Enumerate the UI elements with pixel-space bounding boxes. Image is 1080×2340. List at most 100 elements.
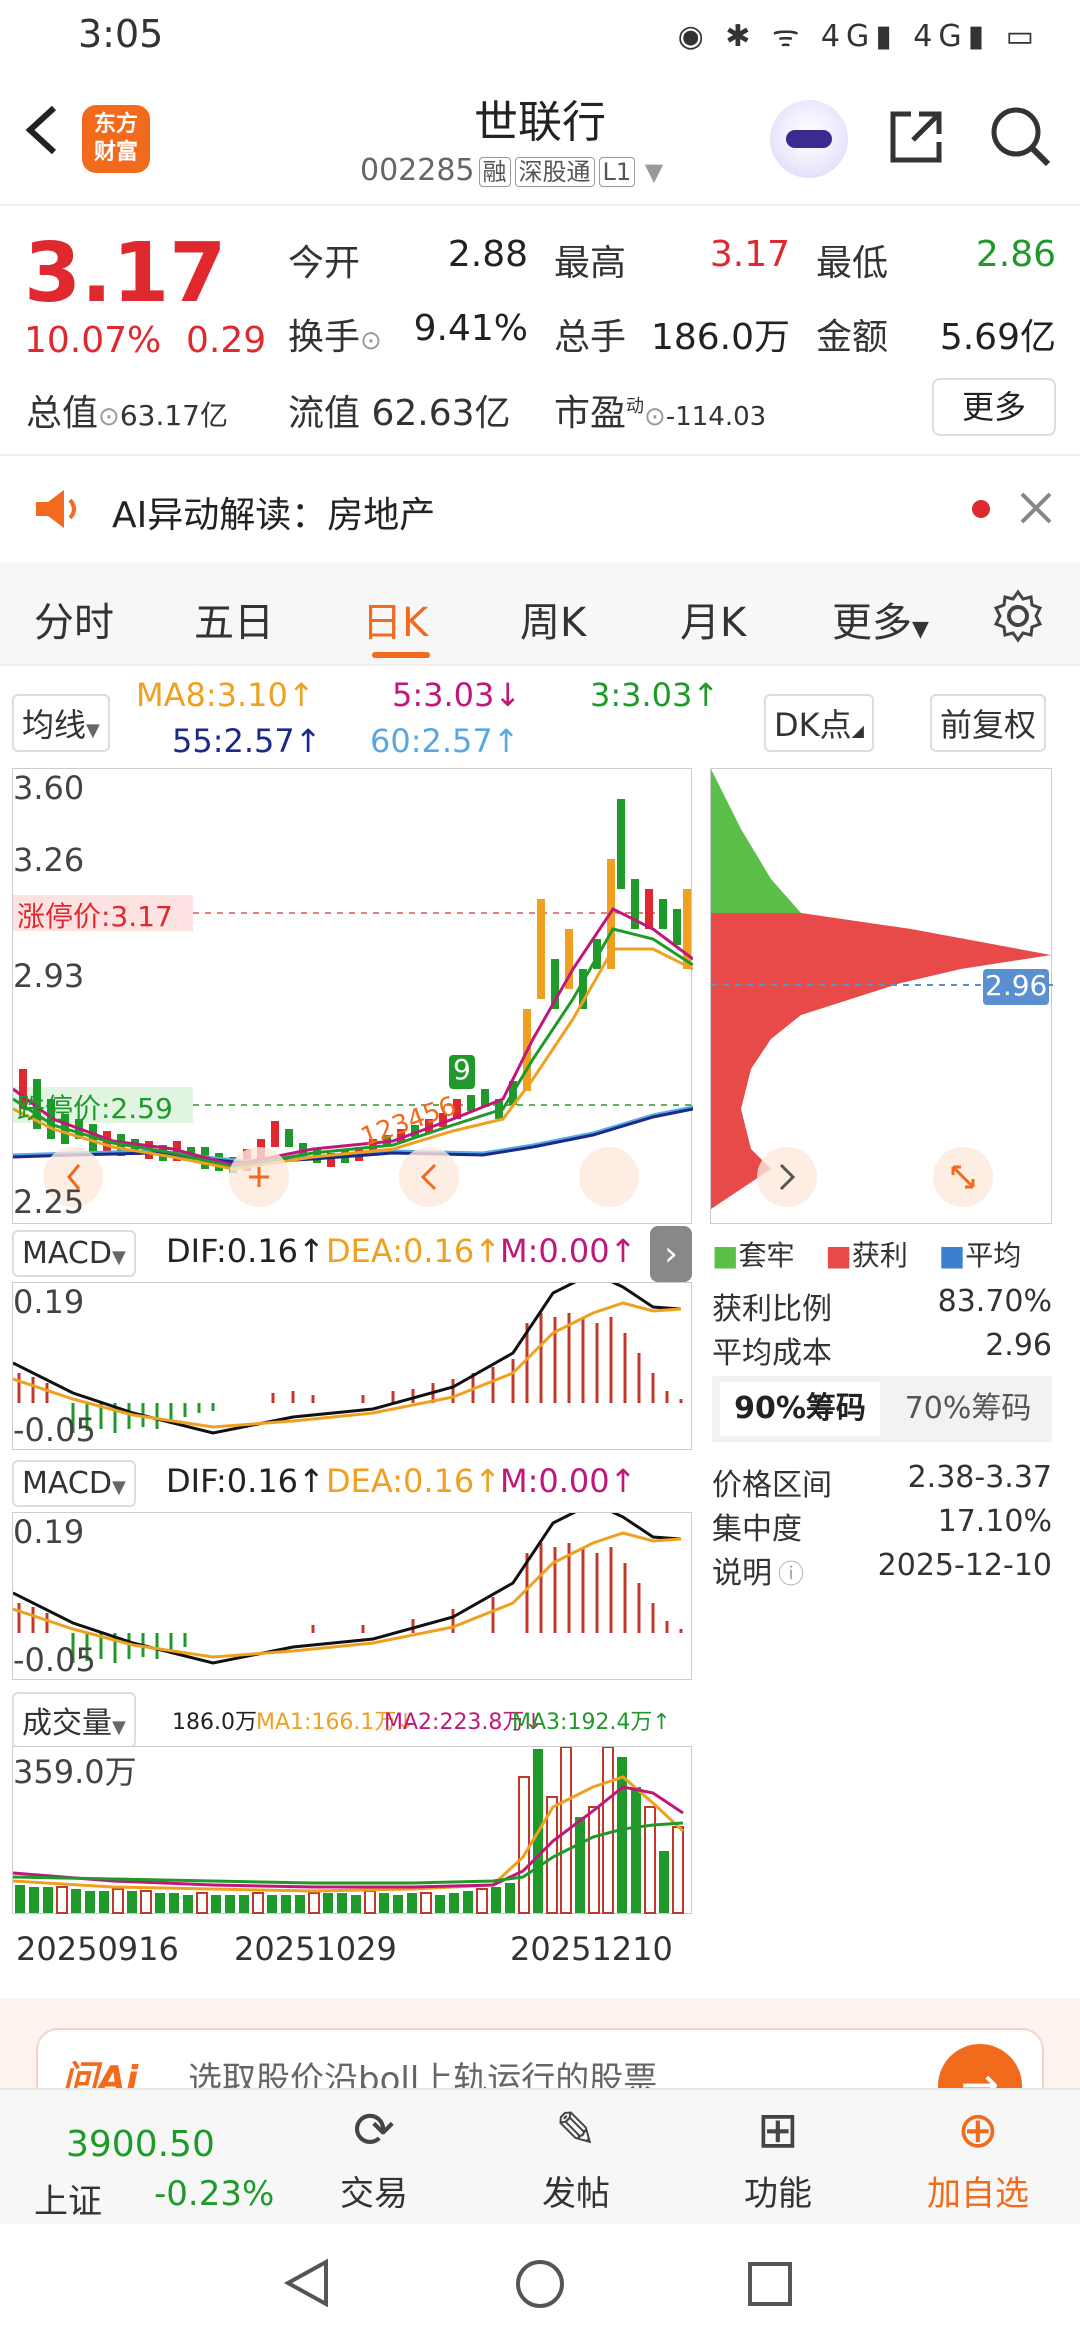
macd1-dif: DIF:0.16↑ (166, 1232, 325, 1270)
last-price: 3.17 (24, 226, 227, 321)
dk-point-selector[interactable]: DK点◢ (764, 694, 874, 752)
index-name[interactable]: 上证 (34, 2174, 102, 2223)
indicator-selector-label: 均线 (22, 706, 87, 744)
concentration-label: 集中度 (712, 1512, 802, 1547)
macd1-dea: DEA:0.16↑ (326, 1232, 502, 1270)
close-icon[interactable] (1018, 490, 1054, 526)
volume-value: 186.0万 (650, 317, 790, 358)
change-value: 0.29 (186, 320, 267, 361)
chip-distribution-chart[interactable]: 2.96 (710, 768, 1053, 1224)
add-watchlist-button[interactable]: ⊕ 加自选 (918, 2100, 1038, 2215)
tab-intraday[interactable]: 分时 (34, 590, 114, 648)
unread-dot (972, 500, 990, 518)
post-button[interactable]: ✎ 发帖 (516, 2100, 636, 2215)
tab-five-day[interactable]: 五日 (194, 590, 274, 648)
avg-cost-value: 2.96 (985, 1328, 1052, 1363)
add-watchlist-label: 加自选 (927, 2174, 1029, 2214)
nav-recents-icon[interactable] (746, 2260, 794, 2308)
speaker-icon (36, 490, 76, 528)
ma8-value: MA8:3.10↑ (136, 676, 315, 714)
period-tabs: 分时 五日 日K 周K 月K 更多▼ (0, 562, 1080, 666)
macd-chart-1[interactable]: 0.19 -0.05 (12, 1271, 692, 1450)
caret-down-icon: ▼ (112, 1717, 126, 1738)
function-button[interactable]: ⊞ 功能 (718, 2100, 838, 2215)
avg-cost-label: 平均成本 (712, 1336, 832, 1371)
macd1-y-top: 0.19 (13, 1283, 85, 1321)
limit-down-label: 跌停价:2.59 (17, 1092, 173, 1125)
chip-legend: ■套牢 ■获利 ■平均 (712, 1234, 1021, 1274)
macd-chart-2[interactable]: 0.19 -0.05 (12, 1501, 692, 1680)
tab-more[interactable]: 更多▼ (832, 590, 929, 648)
index-change[interactable]: -0.23% (154, 2174, 274, 2214)
nav-home-icon[interactable] (514, 2258, 566, 2310)
mktcap-value: 63.17亿 (119, 399, 228, 432)
macd1-svg (12, 1271, 683, 1435)
stock-subtitle[interactable]: 002285 融深股通 L1 ▼ (360, 152, 663, 188)
adjust-selector[interactable]: 前复权 (930, 694, 1047, 752)
info-icon: ⊙ (644, 402, 666, 432)
ai-insight-bar[interactable]: AI异动解读：房地产 (0, 456, 1080, 560)
indicator-selector[interactable]: 均线▼ (12, 694, 110, 752)
info-icon: ⊙ (360, 326, 382, 356)
ma5-value: 5:3.03↓ (392, 676, 522, 714)
tab-monthly-k[interactable]: 月K (680, 590, 746, 648)
price-range-row: 价格区间 2.38-3.37 (712, 1460, 1052, 1504)
stock-code: 002285 (360, 153, 475, 188)
pe-value: -114.03 (665, 402, 767, 432)
macd2-dea: DEA:0.16↑ (326, 1462, 502, 1500)
profit-ratio-row: 获利比例 83.70% (712, 1284, 1052, 1328)
legend-trapped: 套牢 (738, 1239, 795, 1272)
trade-button[interactable]: ⟳ 交易 (314, 2100, 434, 2215)
tab-chip-70[interactable]: 70%筹码 (888, 1376, 1048, 1442)
promo-banner[interactable]: 问Ai 选取股价沿boll上轨运行的股票 → (0, 1998, 1080, 2128)
ma-legend-row: 均线▼ MA8:3.10↑ 5:3.03↓ 3:3.03↑ 55:2.57↑ 6… (0, 672, 1080, 772)
status-icons: ◉ ✱ ᯤ 4G▮ 4G▮ ▭ (677, 19, 1040, 54)
volume-chart[interactable]: 359.0万 (12, 1746, 692, 1914)
header: 东方 财富 世联行 002285 融深股通 L1 ▼ (0, 72, 1080, 206)
volume-value: 186.0万 (172, 1710, 257, 1735)
kline-y-top: 3.60 (13, 769, 85, 807)
panel-expand-button[interactable]: › (650, 1226, 692, 1282)
tab-weekly-k[interactable]: 周K (520, 590, 586, 648)
share-icon[interactable] (885, 106, 947, 168)
volume-selector[interactable]: 成交量▼ (12, 1692, 136, 1748)
float-label-text: 流值 (288, 393, 361, 434)
kline-chart[interactable]: 3.60 3.26 2.93 2.25 涨停价:3.17 跌停价:2.59 9 … (12, 768, 694, 1224)
low-value: 2.86 (975, 234, 1056, 275)
status-bar: 3:05 ◉ ✱ ᯤ 4G▮ 4G▮ ▭ (0, 0, 1080, 72)
tab-chip-90[interactable]: 90%筹码 (720, 1382, 880, 1436)
macd1-m: M:0.00↑ (500, 1232, 637, 1270)
nav-back-icon[interactable] (282, 2258, 332, 2308)
macd-name: MACD (22, 1466, 112, 1501)
caret-down-icon: ▼ (111, 1247, 126, 1268)
legend-average: 平均 (965, 1239, 1022, 1272)
index-value[interactable]: 3900.50 (66, 2124, 215, 2165)
change-pct: 10.07% (24, 320, 162, 361)
mktcap-label-text: 总值 (26, 393, 99, 434)
trade-icon: ⟳ (353, 2101, 395, 2159)
search-icon[interactable] (988, 104, 1054, 170)
info-icon[interactable]: ⓘ (778, 1560, 804, 1590)
concentration-value: 17.10% (937, 1504, 1052, 1539)
low-label: 最低 (816, 243, 889, 284)
pe-label: 市盈动⊙-114.03 (554, 384, 766, 436)
date-mid: 20251029 (234, 1930, 397, 1968)
settings-gear-icon[interactable] (990, 588, 1046, 644)
legend-swatch-average: ■ (938, 1239, 966, 1272)
concentration-row: 集中度 17.10% (712, 1504, 1052, 1548)
grid-icon: ⊞ (757, 2101, 799, 2159)
ai-insight-text: AI异动解读：房地产 (112, 495, 436, 536)
turnover-label: 换手⊙ (288, 308, 382, 360)
tag-level: L1 (598, 157, 636, 187)
pe-sup: 动 (626, 396, 645, 417)
more-quote-button[interactable]: 更多 (932, 378, 1056, 436)
tab-daily-k[interactable]: 日K (362, 590, 428, 648)
tab-indicator (372, 652, 430, 658)
caret-down-icon: ▼ (111, 1477, 126, 1498)
ma55-value: 55:2.57↑ (172, 722, 322, 760)
assistant-avatar[interactable] (770, 100, 848, 178)
macd-selector-2[interactable]: MACD▼ (12, 1460, 136, 1507)
open-value: 2.88 (447, 234, 528, 275)
chip-range-tabs: 90%筹码 70%筹码 (712, 1376, 1052, 1442)
macd-selector-1[interactable]: MACD▼ (12, 1230, 136, 1277)
